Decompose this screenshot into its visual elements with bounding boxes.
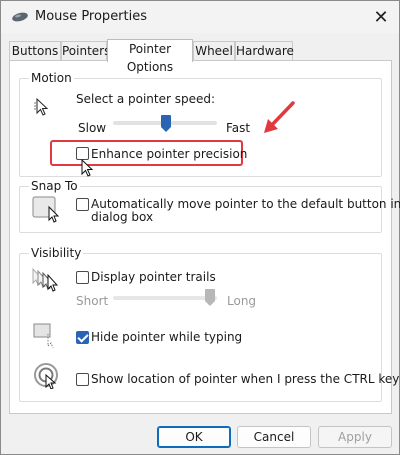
close-button[interactable]: ✕: [369, 5, 393, 29]
window-title: Mouse Properties: [35, 9, 148, 24]
tab-pointer-options[interactable]: Pointer Options: [107, 39, 193, 74]
snap-to-group-label: Snap To: [29, 179, 80, 193]
snap-to-label-line2[interactable]: dialog box: [91, 210, 153, 224]
snap-to-button-icon: [32, 196, 60, 223]
pointer-trails-icon: [32, 267, 59, 292]
mouse-properties-window: Mouse Properties ✕ Buttons Pointers Poin…: [0, 0, 400, 455]
pointer-speed-icon: [34, 97, 49, 116]
apply-button[interactable]: Apply: [318, 426, 392, 448]
snap-to-checkbox[interactable]: [76, 198, 89, 211]
trail-length-slider-track[interactable]: [113, 296, 217, 300]
speed-fast-label: Fast: [226, 121, 251, 135]
show-location-label[interactable]: Show location of pointer when I press th…: [91, 372, 399, 386]
hide-while-typing-checkbox[interactable]: [76, 331, 89, 344]
pointer-options-panel: Motion Select a pointer speed: Slow Fast…: [9, 60, 400, 414]
cancel-button[interactable]: Cancel: [237, 426, 311, 448]
tab-pointers[interactable]: Pointers: [61, 41, 110, 61]
trail-short-label: Short: [76, 294, 109, 308]
snap-to-label-line1[interactable]: Automatically move pointer to the defaul…: [91, 197, 400, 211]
annotation-arrow-icon: [264, 101, 295, 133]
ok-button[interactable]: OK: [157, 426, 231, 448]
speed-slow-label: Slow: [78, 121, 107, 135]
show-location-icon: [34, 363, 58, 389]
enhance-precision-label[interactable]: Enhance pointer precision: [91, 147, 247, 161]
pointer-trails-checkbox[interactable]: [76, 271, 89, 284]
pointer-speed-slider-thumb[interactable]: [161, 115, 171, 132]
pointer-trails-label[interactable]: Display pointer trails: [91, 270, 216, 284]
hide-while-typing-icon: [33, 323, 54, 348]
tab-buttons[interactable]: Buttons: [9, 41, 61, 61]
tab-wheel[interactable]: Wheel: [193, 41, 235, 61]
motion-group-label: Motion: [29, 71, 74, 85]
pointer-speed-label: Select a pointer speed:: [76, 92, 216, 106]
tab-hardware[interactable]: Hardware: [235, 41, 294, 61]
show-location-checkbox[interactable]: [76, 373, 89, 386]
hide-while-typing-label[interactable]: Hide pointer while typing: [91, 330, 242, 344]
mouse-cursor-icon: [81, 159, 94, 177]
close-icon: ✕: [373, 6, 389, 28]
trail-long-label: Long: [227, 294, 257, 308]
trail-length-slider-thumb[interactable]: [205, 289, 215, 306]
mouse-app-icon: [12, 12, 28, 22]
visibility-group-label: Visibility: [29, 246, 84, 260]
title-bar: Mouse Properties ✕: [1, 1, 399, 33]
